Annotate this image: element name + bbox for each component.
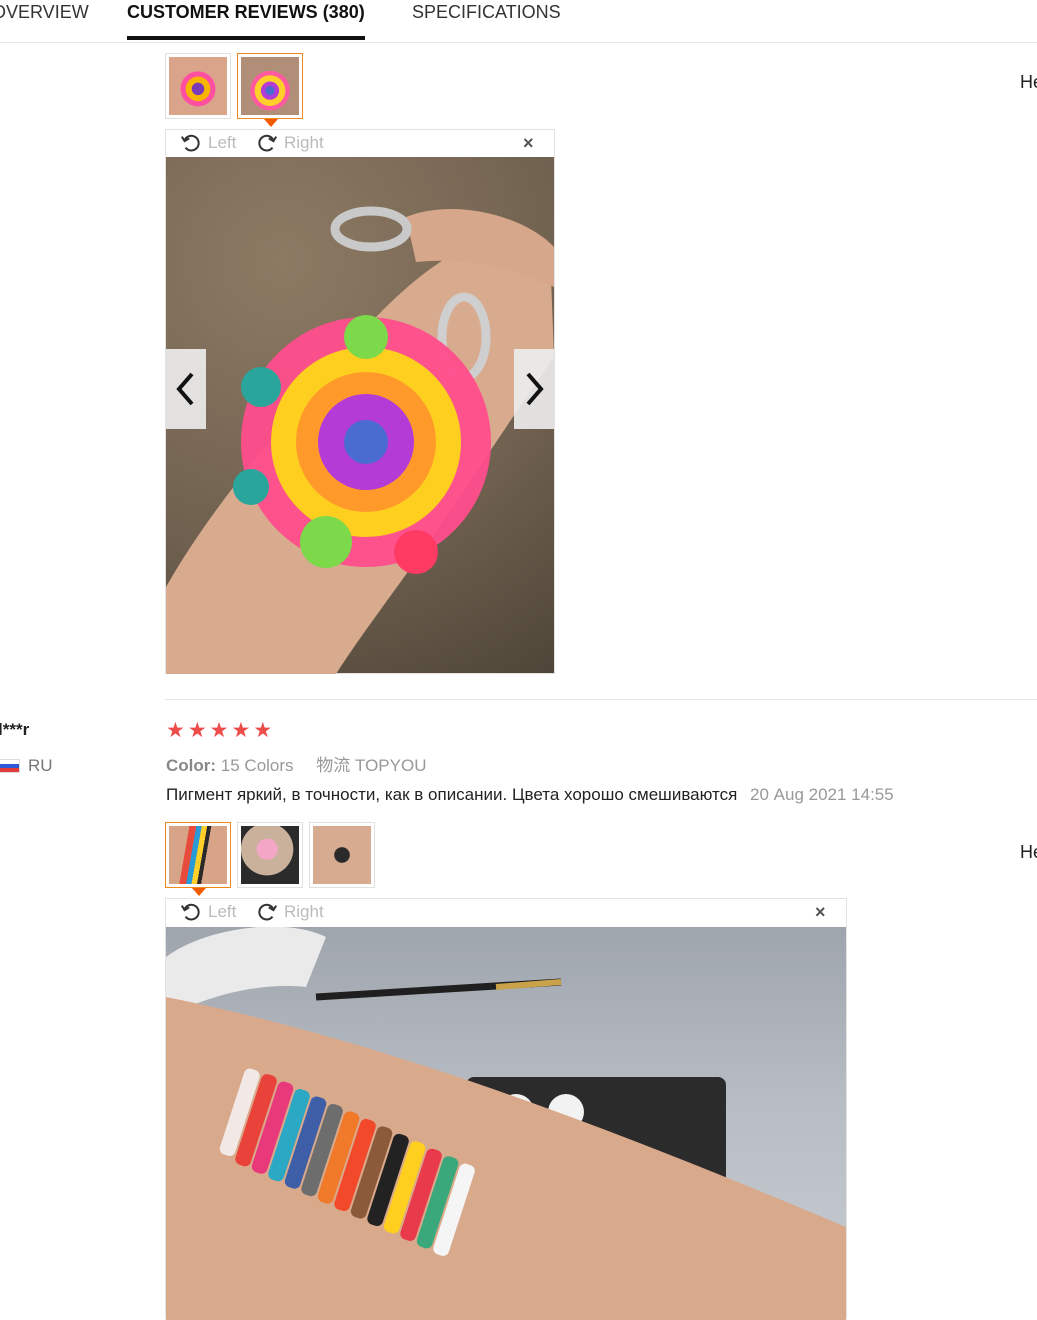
image-viewer: Left Right × [165,129,555,674]
next-image-button[interactable] [514,349,554,429]
viewer-toolbar: Left Right × [166,899,846,925]
russia-flag-icon [0,759,20,773]
chevron-right-icon [526,372,544,406]
review-thumbnails [165,53,303,127]
thumbnail-image [169,826,227,884]
rotate-left-label: Left [208,133,237,152]
side-helpful-label: He [1020,842,1037,862]
image-viewer: Left Right × [165,898,847,1320]
review-body: Пигмент яркий, в точности, как в описани… [166,785,894,805]
color-label: Color: [166,756,217,775]
review-photo-hand [166,157,554,674]
star-icon: ★ [231,719,251,742]
rotate-left-icon [180,134,200,152]
review-date: 20 Aug 2021 14:55 [750,785,894,804]
thumbnail-image [169,57,227,115]
rotate-right-label: Right [284,902,324,921]
reviewer-name: l***r [0,720,30,739]
review-thumbnail[interactable] [309,822,375,888]
rotate-right-button[interactable]: Right [256,901,324,923]
review-thumbnail-active[interactable] [237,53,303,127]
tab-specifications[interactable]: SPECIFICATIONS [412,0,561,40]
tab-customer-reviews[interactable]: CUSTOMER REVIEWS (380) [127,0,365,40]
viewer-toolbar: Left Right × [166,130,554,156]
rotate-right-icon [258,903,278,921]
star-rating: ★ ★ ★ ★ ★ [166,719,272,743]
review-thumbnail[interactable] [237,822,303,888]
rotate-left-button[interactable]: Left [180,132,236,154]
thumbnail-image [241,57,299,115]
close-viewer-button[interactable]: × [815,902,826,923]
rotate-right-label: Right [284,133,324,152]
star-icon: ★ [166,719,185,742]
thumbnail-image [241,826,299,884]
review-sku-info: Color: 15 Colors 物流 TOPYOU [166,751,426,776]
color-value: 15 Colors [220,756,294,775]
chevron-left-icon [176,372,194,406]
star-icon: ★ [187,719,207,742]
star-icon: ★ [209,719,229,742]
review-photo-arm [166,927,846,1320]
shipping-method: 物流 TOPYOU [316,756,427,775]
rotate-left-label: Left [208,902,237,921]
rotate-right-icon [258,134,278,152]
review-text: Пигмент яркий, в точности, как в описани… [166,785,738,804]
star-icon: ★ [253,719,273,742]
hand-illustration [166,206,554,674]
close-viewer-button[interactable]: × [523,133,534,154]
reviewer-country: RU [0,756,53,776]
thumbnail-image [313,826,371,884]
rotate-left-icon [180,903,200,921]
rotate-left-button[interactable]: Left [180,901,236,923]
review-thumbnail[interactable] [165,53,231,119]
arm-swatch-illustration [166,927,846,1320]
review-thumbnails [165,822,375,896]
review-thumbnail-active[interactable] [165,822,231,896]
rotate-right-button[interactable]: Right [256,132,324,154]
tab-bar: OVERVIEW CUSTOMER REVIEWS (380) SPECIFIC… [0,0,1037,43]
previous-image-button[interactable] [166,349,206,429]
country-code: RU [28,756,53,775]
review-divider [165,699,1037,700]
tab-overview[interactable]: OVERVIEW [0,0,89,40]
side-helpful-label: He [1020,72,1037,92]
